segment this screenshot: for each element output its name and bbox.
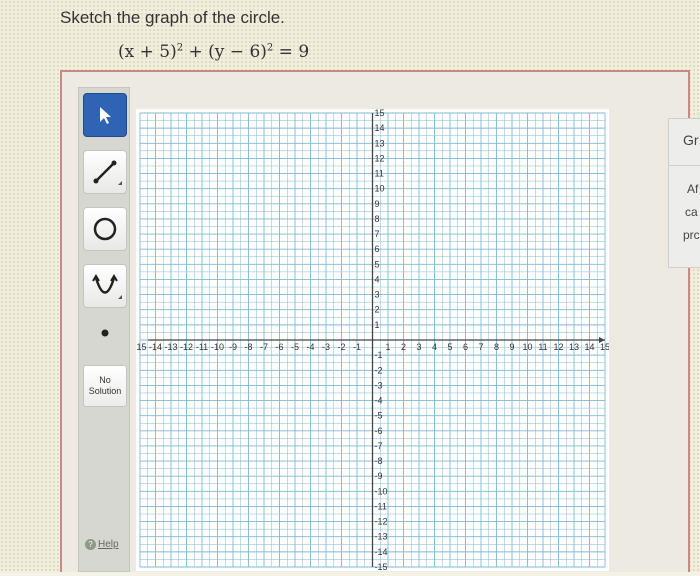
x-tick-label: 1 xyxy=(385,342,390,352)
circle-icon xyxy=(93,217,117,241)
y-tick-label: 10 xyxy=(375,184,385,194)
grid-canvas[interactable]: -15-14-13-12-11-10-9-8-7-6-5-4-3-2-11234… xyxy=(133,108,610,572)
circle-tool-button[interactable] xyxy=(83,207,127,251)
x-tick-label: -14 xyxy=(149,342,162,352)
x-tick-label: -3 xyxy=(322,342,330,352)
side-panel-title: Gr xyxy=(683,132,699,148)
y-tick-label: 5 xyxy=(375,259,380,269)
x-tick-label: -8 xyxy=(244,342,252,352)
x-tick-label: -15 xyxy=(136,342,147,352)
point-tool-button[interactable] xyxy=(83,311,127,355)
y-tick-label: -14 xyxy=(375,547,388,557)
x-tick-label: 11 xyxy=(538,342,547,352)
y-tick-label: 15 xyxy=(375,109,385,118)
x-tick-label: 12 xyxy=(553,342,563,352)
equation-middle: + (y − 6) xyxy=(183,42,267,62)
y-tick-label: -5 xyxy=(375,411,383,421)
y-tick-label: -1 xyxy=(375,350,383,360)
x-tick-label: 6 xyxy=(463,342,468,352)
no-solution-line1: No xyxy=(99,375,111,385)
select-tool-button[interactable] xyxy=(83,93,127,137)
y-tick-label: 3 xyxy=(375,290,380,300)
x-tick-label: 14 xyxy=(584,342,594,352)
parabola-tool-button[interactable] xyxy=(83,264,127,308)
y-tick-label: -7 xyxy=(375,441,383,451)
help-link[interactable]: ? Help xyxy=(85,539,119,550)
y-tick-label: 12 xyxy=(375,153,385,163)
x-tick-label: 4 xyxy=(432,342,437,352)
x-tick-label: 13 xyxy=(569,342,579,352)
x-tick-label: 7 xyxy=(478,342,483,352)
y-tick-label: -9 xyxy=(375,471,383,481)
y-tick-label: -2 xyxy=(375,365,383,375)
x-tick-label: -13 xyxy=(164,342,177,352)
x-tick-label: 10 xyxy=(522,342,532,352)
y-tick-label: 11 xyxy=(375,169,384,179)
x-tick-label: 8 xyxy=(494,342,499,352)
x-tick-label: 5 xyxy=(447,342,452,352)
help-label: Help xyxy=(98,539,119,550)
y-tick-label: 6 xyxy=(375,244,380,254)
equation-left: (x + 5) xyxy=(118,42,177,62)
x-tick-label: -9 xyxy=(229,342,237,352)
x-tick-label: -6 xyxy=(275,342,283,352)
y-tick-label: -12 xyxy=(375,517,388,527)
y-tick-label: -3 xyxy=(375,380,383,390)
x-tick-label: -4 xyxy=(306,342,314,352)
y-tick-label: 14 xyxy=(375,123,385,133)
x-tick-label: 9 xyxy=(509,342,514,352)
no-solution-button[interactable]: No Solution xyxy=(83,365,127,407)
select-arrow-icon xyxy=(100,107,111,124)
line-tool-button[interactable] xyxy=(83,150,127,194)
x-tick-label: -7 xyxy=(260,342,268,352)
side-panel-text-2: ca xyxy=(685,205,698,219)
no-solution-line2: Solution xyxy=(88,386,122,396)
y-tick-label: -15 xyxy=(375,562,388,571)
coordinate-grid[interactable]: -15-14-13-12-11-10-9-8-7-6-5-4-3-2-11234… xyxy=(133,108,610,572)
line-segment-icon xyxy=(93,160,122,185)
y-tick-label: 1 xyxy=(375,320,380,330)
side-panel-divider xyxy=(669,165,700,166)
x-tick-label: 2 xyxy=(401,342,406,352)
x-tick-label: -12 xyxy=(180,342,193,352)
equation-right: = 9 xyxy=(273,42,310,62)
y-tick-label: 8 xyxy=(375,214,380,224)
x-tick-label: 15 xyxy=(600,342,609,352)
y-tick-label: -4 xyxy=(375,396,383,406)
x-tick-label: -1 xyxy=(353,342,361,352)
y-tick-label: -8 xyxy=(375,456,383,466)
x-tick-label: 3 xyxy=(416,342,421,352)
help-icon: ? xyxy=(85,539,96,550)
side-panel: Gr Af ca prc xyxy=(668,118,700,268)
parabola-icon xyxy=(92,274,122,299)
question-prompt: Sketch the graph of the circle. xyxy=(60,8,285,27)
x-tick-label: -2 xyxy=(337,342,345,352)
y-tick-label: 13 xyxy=(375,138,385,148)
tool-palette: No Solution ? Help xyxy=(78,87,130,572)
y-tick-label: -11 xyxy=(375,501,387,511)
y-tick-label: 9 xyxy=(375,199,380,209)
y-tick-label: 4 xyxy=(375,274,380,284)
point-icon xyxy=(101,329,109,337)
y-tick-label: -10 xyxy=(375,486,388,496)
page: Sketch the graph of the circle. (x + 5)2… xyxy=(0,0,700,572)
y-tick-label: 7 xyxy=(375,229,380,239)
side-panel-text-1: Af xyxy=(687,182,699,196)
side-panel-text-3: prc xyxy=(683,228,700,242)
x-tick-label: -5 xyxy=(291,342,299,352)
x-tick-label: -11 xyxy=(196,342,208,352)
x-tick-label: -10 xyxy=(211,342,224,352)
y-tick-label: -6 xyxy=(375,426,383,436)
circle-equation: (x + 5)2 + (y − 6)2 = 9 xyxy=(118,42,309,62)
y-tick-label: -13 xyxy=(375,532,388,542)
y-tick-label: 2 xyxy=(375,305,380,315)
